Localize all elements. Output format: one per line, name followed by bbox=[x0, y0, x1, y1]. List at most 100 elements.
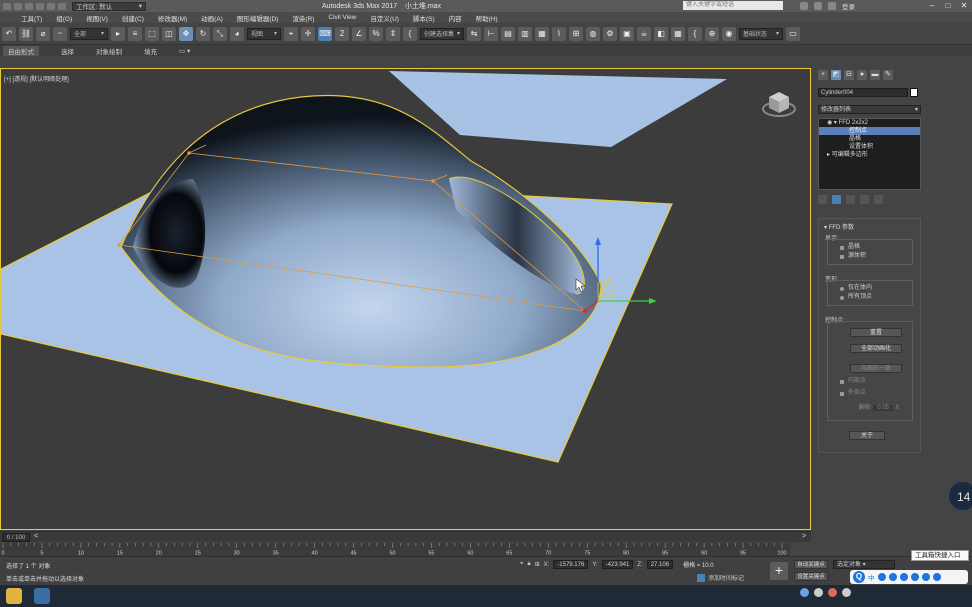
pivot-center-icon[interactable]: ⌖ bbox=[284, 26, 298, 41]
tab-freeform[interactable]: 自由形式 bbox=[3, 45, 39, 56]
hierarchy-tab-icon[interactable]: ⊟ bbox=[844, 70, 854, 80]
modifier-list-dropdown[interactable]: 修改器列表 ▾ bbox=[818, 105, 921, 114]
tab-selection[interactable]: 选择 bbox=[61, 46, 74, 56]
ime-logo-icon[interactable]: Q bbox=[853, 571, 865, 583]
menu-scripting[interactable]: 脚本(S) bbox=[406, 13, 442, 23]
selection-filter-dropdown[interactable]: 全部 ▾ bbox=[70, 27, 108, 40]
mirror-icon[interactable]: ⇆ bbox=[467, 26, 481, 41]
only-in-volume-radio[interactable]: 仅在体内 bbox=[828, 284, 912, 293]
track-bar[interactable]: 0 5 10 15 20 25 30 35 40 45 50 55 60 65 70 75 80 85 90 95 10… bbox=[0, 543, 790, 556]
show-end-result-icon[interactable] bbox=[832, 195, 841, 204]
close-button[interactable]: ✕ bbox=[956, 0, 972, 12]
next-frame-icon[interactable]: > bbox=[802, 533, 806, 540]
tab-object-paint[interactable]: 对象绘制 bbox=[96, 46, 122, 56]
prev-frame-icon[interactable]: < bbox=[34, 533, 38, 540]
select-rotate-icon[interactable]: ↻ bbox=[196, 26, 210, 41]
time-slider-handle[interactable]: 0 / 100 bbox=[2, 533, 30, 542]
binoculars-icon[interactable] bbox=[800, 2, 808, 10]
stack-item-control-points[interactable]: 控制点 bbox=[819, 127, 920, 135]
selection-filter-dropdown[interactable]: 选定对象 ▾ bbox=[833, 560, 895, 569]
source-volume-checkbox[interactable]: 源体积 bbox=[828, 252, 912, 261]
rollout-title[interactable]: ▾ FFD 参数 bbox=[819, 219, 920, 234]
inside-points-checkbox[interactable]: 内部点 bbox=[828, 377, 866, 386]
modifier-stack[interactable]: ◉ ▾ FFD 2x2x2 控制点 晶格 设置体积 ▸ 可编辑多边形 bbox=[818, 118, 921, 190]
tray-network-icon[interactable] bbox=[814, 588, 823, 597]
offset-field[interactable]: 偏移: 0.05 ⇕ bbox=[858, 402, 900, 411]
render-iterative-icon[interactable]: ◧ bbox=[654, 26, 668, 41]
object-name-field[interactable]: Cylinder004 bbox=[818, 88, 908, 97]
file-explorer-icon[interactable] bbox=[6, 588, 22, 604]
named-selection-sets-dropdown[interactable]: 创建选择集 ▾ bbox=[420, 27, 464, 40]
render-shortcuts-icon[interactable]: ▦ bbox=[671, 26, 685, 41]
user-icon[interactable] bbox=[828, 2, 836, 10]
modify-tab-icon[interactable]: ◩ bbox=[831, 70, 841, 80]
lock-selection-icon[interactable]: 🔒︎ bbox=[527, 561, 530, 568]
auto-key-button[interactable]: 自动关键点 bbox=[794, 560, 828, 569]
menu-content[interactable]: 内容 bbox=[442, 13, 469, 23]
state-sets-icon[interactable]: ◉ bbox=[722, 26, 736, 41]
stack-item-editable-poly[interactable]: ▸ 可编辑多边形 bbox=[819, 151, 920, 159]
absolute-mode-icon[interactable]: ⊞ bbox=[535, 561, 540, 568]
scene-states-icon[interactable]: ⊕ bbox=[705, 26, 719, 41]
align-icon[interactable]: ⊢ bbox=[484, 26, 498, 41]
save-state-icon[interactable]: ▭ bbox=[786, 26, 800, 41]
ime-comma-icon[interactable] bbox=[888, 573, 897, 581]
workspace-dropdown[interactable]: 工作区: 默认 ▾ bbox=[72, 1, 146, 11]
curve-editor-icon[interactable]: ⌇ bbox=[552, 26, 566, 41]
menu-tools[interactable]: 工具(T) bbox=[14, 13, 49, 23]
rendered-frame-window-icon[interactable]: ▣ bbox=[620, 26, 634, 41]
display-tab-icon[interactable]: ▬ bbox=[870, 70, 880, 80]
menu-modifiers[interactable]: 修改器(M) bbox=[151, 13, 194, 23]
angle-snap-icon[interactable]: ∠ bbox=[352, 26, 366, 41]
viewport-label[interactable]: [+] [透视] [默认明暗处理] bbox=[4, 74, 69, 83]
select-scale-icon[interactable]: ⤡ bbox=[213, 26, 227, 41]
toggle-layer-explorer-icon[interactable]: ▥ bbox=[518, 26, 532, 41]
undo-icon[interactable] bbox=[47, 2, 55, 10]
app-menu-icon[interactable] bbox=[3, 2, 11, 10]
stack-item-lattice[interactable]: 晶格 bbox=[819, 135, 920, 143]
link-icon[interactable]: ⛓ bbox=[19, 26, 33, 41]
make-unique-icon[interactable] bbox=[846, 195, 855, 204]
pin-stack-icon[interactable] bbox=[818, 195, 827, 204]
new-file-icon[interactable] bbox=[14, 2, 22, 10]
ribbon-options-icon[interactable]: ▭ ▾ bbox=[179, 47, 190, 55]
select-by-name-icon[interactable]: ≡ bbox=[128, 26, 142, 41]
window-crossing-icon[interactable]: ◫ bbox=[162, 26, 176, 41]
unlink-icon[interactable]: ⌀ bbox=[36, 26, 50, 41]
remove-modifier-icon[interactable] bbox=[860, 195, 869, 204]
time-slider[interactable]: 0 / 100 < > bbox=[0, 531, 811, 542]
placement-icon[interactable]: ◕ bbox=[230, 26, 244, 41]
conform-to-shape-button[interactable]: 与图形一致 bbox=[850, 364, 902, 373]
login-link[interactable]: 登录 bbox=[842, 1, 855, 11]
ime-language[interactable]: 中 bbox=[868, 572, 875, 582]
animate-all-button[interactable]: 全部动画化 bbox=[850, 344, 902, 353]
reference-coord-dropdown[interactable]: 视图 ▾ bbox=[247, 27, 281, 40]
tab-populate[interactable]: 填充 bbox=[144, 46, 157, 56]
toggle-ribbon-icon[interactable]: ▦ bbox=[535, 26, 549, 41]
menu-help[interactable]: 帮助(H) bbox=[469, 13, 505, 23]
select-object-icon[interactable]: ▸ bbox=[111, 26, 125, 41]
redo-icon[interactable] bbox=[58, 2, 66, 10]
y-coord-field[interactable]: -423.941 bbox=[601, 560, 634, 569]
ime-toolbar[interactable]: Q 中 bbox=[850, 570, 968, 584]
menu-graph-editors[interactable]: 图形编辑器(D) bbox=[230, 13, 286, 23]
eye-icon[interactable]: ◉ ▾ bbox=[827, 120, 839, 126]
utilities-tab-icon[interactable]: ✎ bbox=[883, 70, 893, 80]
tray-cloud-icon[interactable] bbox=[800, 588, 809, 597]
lattice-checkbox[interactable]: 晶格 bbox=[828, 243, 912, 252]
set-key-button[interactable]: 设置关键点 bbox=[794, 572, 828, 581]
open-file-icon[interactable] bbox=[25, 2, 33, 10]
stack-item-set-volume[interactable]: 设置体积 bbox=[819, 143, 920, 151]
keyboard-shortcut-override-icon[interactable]: ⌨ bbox=[318, 26, 332, 41]
select-move-icon[interactable]: ✥ bbox=[179, 26, 193, 41]
x-coord-field[interactable]: -1579.176 bbox=[553, 560, 589, 569]
menu-views[interactable]: 视图(V) bbox=[79, 13, 115, 23]
create-tab-icon[interactable]: + bbox=[818, 70, 828, 80]
outside-points-checkbox[interactable]: 外部点 bbox=[828, 389, 866, 398]
configure-sets-icon[interactable] bbox=[874, 195, 883, 204]
tray-volume-icon[interactable] bbox=[842, 588, 851, 597]
container-icon[interactable]: { bbox=[688, 26, 702, 41]
render-production-icon[interactable]: ☕ bbox=[637, 26, 651, 41]
add-time-tag[interactable]: 添加时间标记 bbox=[697, 573, 744, 582]
floating-badge[interactable]: 14 bbox=[948, 481, 972, 511]
